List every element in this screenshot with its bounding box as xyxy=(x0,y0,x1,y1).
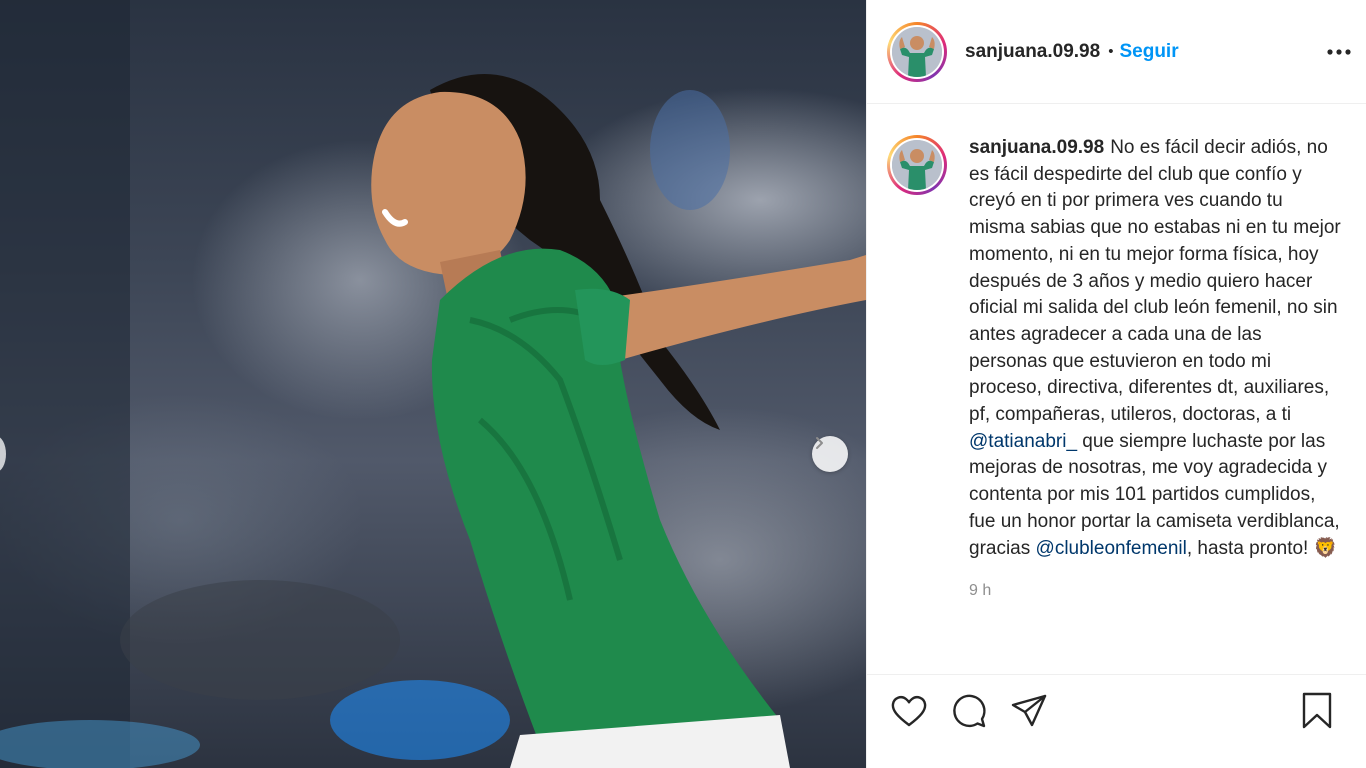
avatar-image xyxy=(892,140,942,190)
caption-avatar[interactable] xyxy=(887,135,947,195)
like-button[interactable] xyxy=(889,691,929,731)
caption-part-1: No es fácil decir adiós, no es fácil des… xyxy=(969,137,1341,426)
mention-tatianabri[interactable]: @tatianabri_ xyxy=(969,431,1077,452)
caption-part-3: , hasta pronto! xyxy=(1186,537,1314,559)
follow-button[interactable]: Seguir xyxy=(1119,41,1178,63)
heart-icon xyxy=(891,696,927,727)
caption-area: sanjuana.09.98 No es fácil decir adiós, n… xyxy=(867,105,1366,675)
post-photo xyxy=(0,0,866,768)
comment-icon xyxy=(953,694,986,728)
player-illustration xyxy=(0,0,866,768)
caption-username[interactable]: sanjuana.09.98 xyxy=(969,137,1104,158)
carousel-next-button[interactable] xyxy=(812,436,848,472)
avatar[interactable] xyxy=(887,21,947,82)
bookmark-icon xyxy=(1302,692,1332,729)
header-username[interactable]: sanjuana.09.98 xyxy=(965,41,1100,63)
separator-dot: • xyxy=(1108,43,1114,60)
post-timestamp[interactable]: 9 h xyxy=(969,582,1341,600)
avatar-image xyxy=(892,26,942,77)
caption-text: sanjuana.09.98 No es fácil decir adiós, n… xyxy=(969,135,1341,562)
more-options-icon[interactable] xyxy=(1325,40,1353,64)
action-bar xyxy=(867,674,1366,768)
mention-clubleonfemenil[interactable]: @clubleonfemenil xyxy=(1036,538,1187,559)
comment-button[interactable] xyxy=(949,691,989,731)
share-icon xyxy=(1011,694,1047,727)
share-button[interactable] xyxy=(1009,691,1049,731)
chevron-right-icon xyxy=(816,437,823,449)
save-button[interactable] xyxy=(1297,691,1337,731)
post-header: sanjuana.09.98 • Seguir xyxy=(867,0,1366,104)
lion-emoji: 🦁 xyxy=(1313,537,1338,559)
post-sidebar: sanjuana.09.98 • Seguir sanjuana.09.98 N… xyxy=(866,0,1366,768)
